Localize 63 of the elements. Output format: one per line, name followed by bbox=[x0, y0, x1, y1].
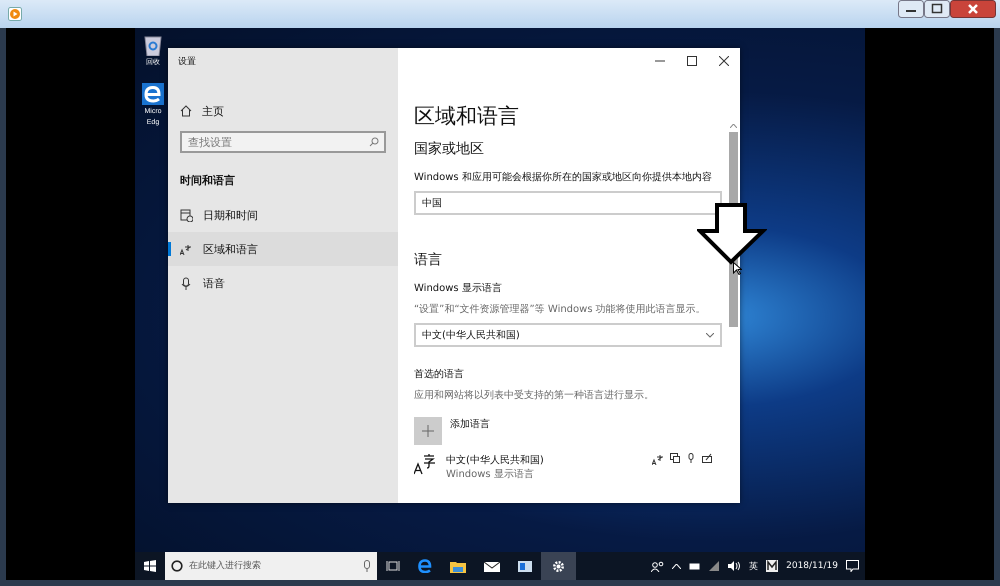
close-button[interactable] bbox=[719, 56, 729, 66]
chevron-up-icon[interactable] bbox=[672, 564, 682, 568]
display-icon bbox=[670, 453, 680, 463]
language-dropdown[interactable]: 中文(中华人民共和国) bbox=[414, 323, 722, 347]
network-icon[interactable] bbox=[709, 561, 720, 571]
language-icon bbox=[414, 453, 436, 475]
search-icon bbox=[369, 137, 379, 147]
maximize-button[interactable] bbox=[687, 56, 697, 66]
restore-button[interactable] bbox=[924, 0, 950, 18]
page-title: 区域和语言 bbox=[414, 103, 520, 130]
description-text: 应用和网站将以列表中受支持的第一种语言进行显示。 bbox=[414, 388, 655, 403]
microphone-icon bbox=[363, 560, 371, 572]
taskbar-search-box[interactable]: 在此键入进行搜索 bbox=[165, 552, 377, 580]
description-text: Windows 和应用可能会根据你所在的国家或地区向你提供本地内容 bbox=[414, 170, 713, 185]
house-icon bbox=[180, 105, 192, 117]
plus-icon bbox=[422, 425, 434, 437]
settings-taskbar-button[interactable] bbox=[541, 552, 576, 580]
calendar-clock-icon bbox=[180, 208, 193, 222]
minimize-button[interactable] bbox=[898, 0, 924, 18]
keyboard-icon[interactable] bbox=[766, 560, 778, 572]
sidebar-item[interactable]: 语音 bbox=[168, 266, 398, 300]
language-name: 中文(中华人民共和国) bbox=[446, 454, 544, 467]
home-item[interactable]: 主页 bbox=[168, 94, 398, 128]
microphone-icon bbox=[180, 276, 193, 290]
chevron-icon bbox=[706, 332, 714, 338]
gear-icon bbox=[552, 560, 565, 572]
window-title: 设置 bbox=[177, 56, 197, 68]
input-method-indicator[interactable]: 英 bbox=[749, 560, 758, 572]
close-button[interactable] bbox=[950, 0, 996, 18]
speaker-icon[interactable] bbox=[728, 561, 742, 571]
subheading: 首选的语言 bbox=[414, 368, 465, 382]
pen-icon bbox=[702, 453, 712, 463]
add-language-button[interactable]: 添加语言 bbox=[414, 417, 728, 445]
folder-icon[interactable] bbox=[450, 560, 466, 572]
chevron-up-icon bbox=[730, 124, 737, 128]
language-subtitle: Windows 显示语言 bbox=[446, 468, 535, 481]
section-heading: 国家或地区 bbox=[414, 140, 485, 158]
country-dropdown[interactable]: 中国 bbox=[414, 191, 722, 215]
search-field[interactable]: 查找设置 bbox=[180, 131, 386, 153]
window-icon[interactable] bbox=[518, 560, 532, 572]
people-icon[interactable] bbox=[651, 560, 664, 572]
recycle-bin-icon[interactable] bbox=[142, 34, 164, 56]
language-icon bbox=[652, 453, 664, 465]
task-view-icon[interactable] bbox=[386, 560, 400, 572]
language-icon bbox=[180, 242, 193, 256]
windows-logo-icon[interactable] bbox=[144, 560, 156, 572]
circle-icon bbox=[171, 560, 183, 572]
sidebar-item[interactable]: 日期和时间 bbox=[168, 198, 398, 232]
notification-icon[interactable] bbox=[846, 560, 859, 572]
section-heading: 时间和语言 bbox=[179, 173, 236, 189]
home-label: 主页 bbox=[202, 104, 224, 118]
battery-icon[interactable] bbox=[689, 562, 702, 570]
section-heading: 语言 bbox=[414, 251, 443, 269]
edge-browser-icon[interactable] bbox=[142, 83, 164, 105]
sidebar-item[interactable]: 区域和语言 bbox=[168, 232, 398, 266]
play-icon bbox=[8, 7, 22, 21]
mail-icon[interactable] bbox=[484, 560, 500, 572]
microphone-icon bbox=[686, 453, 696, 463]
taskbar-search-field[interactable]: 在此键入进行搜索 bbox=[189, 552, 357, 580]
field-label: Windows 显示语言 bbox=[414, 282, 503, 296]
taskbar-date[interactable]: 2018/11/19 bbox=[786, 561, 838, 571]
edge-browser-icon[interactable] bbox=[418, 559, 432, 573]
description-text: “设置”和“文件资源管理器”等 Windows 功能将使用此语言显示。 bbox=[414, 302, 707, 317]
